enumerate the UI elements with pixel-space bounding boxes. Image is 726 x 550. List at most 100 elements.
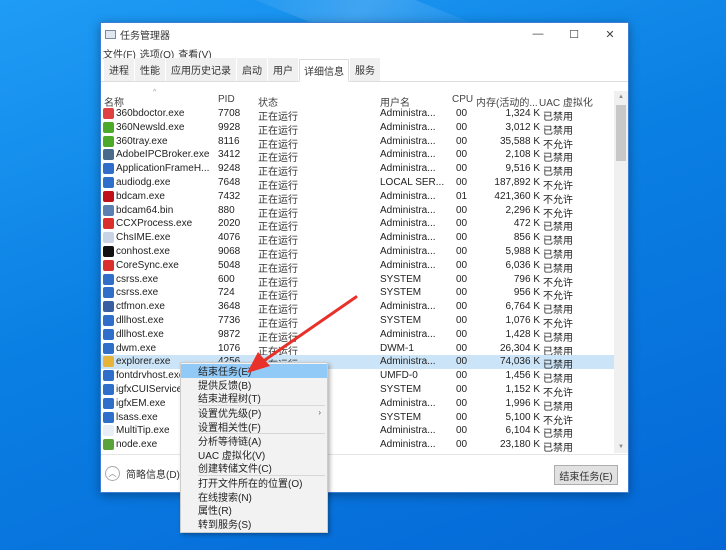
process-memory: 23,180 K [499,439,540,451]
scroll-down-arrow-icon[interactable]: ▼ [614,441,628,453]
igfx-cui-icon [103,383,114,395]
table-row[interactable]: conhost.exe 9068 正在运行 Administra... 00 5,988 … [101,245,614,261]
table-row[interactable]: 360Newsld.exe 9928 正在运行 Administra... 00 3,01… [101,121,614,137]
minimize-icon: — [532,28,544,40]
context-menu-item[interactable]: 创建转储文件(C) [181,461,327,475]
table-row[interactable]: csrss.exe 600 正在运行 SYSTEM 00 796 K 不允许 [101,273,614,289]
process-user: SYSTEM [380,383,422,395]
context-menu-item-label: 转到服务(S) [198,519,252,531]
end-task-button[interactable]: 结束任务(E) [554,465,618,485]
context-menu-item[interactable]: 结束进程树(T) [181,391,327,405]
process-cpu: 00 [456,370,468,382]
context-menu-item[interactable]: 提供反馈(B) [181,378,327,392]
process-memory: 1,456 K [505,370,540,382]
process-memory: 856 K [513,232,540,244]
process-memory: 1,428 K [505,328,540,340]
context-menu-item[interactable]: UAC 虚拟化(V) [181,448,327,462]
context-menu-item[interactable]: 设置相关性(F) [181,419,327,434]
process-user: SYSTEM [380,314,422,326]
process-pid: 3648 [218,301,241,313]
table-row[interactable]: 360tray.exe 8116 正在运行 Administra... 00 35,588… [101,135,614,151]
table-row[interactable]: CCXProcess.exe 2020 正在运行 Administra... 00 472… [101,217,614,233]
tab-performance[interactable]: 性能 [135,58,165,81]
process-pid: 880 [218,204,235,216]
context-menu-item[interactable]: 转到服务(S) [181,517,327,531]
process-user: Administra... [380,204,436,216]
process-cpu: 00 [456,356,468,368]
minimize-button[interactable]: — [520,23,556,45]
fontdrvhost-icon [103,370,114,382]
table-row[interactable]: ChsIME.exe 4076 正在运行 Administra... 00 856 K 已禁… [101,231,614,247]
process-cpu: 00 [456,411,468,423]
scroll-up-arrow-icon[interactable]: ▲ [614,91,628,103]
process-cpu: 00 [456,301,468,313]
process-cpu: 01 [456,190,468,202]
process-name: csrss.exe [116,287,159,299]
process-user: SYSTEM [380,411,422,423]
table-row[interactable]: igfxCUIService SYSTEM 00 1,152 K 不允许 [101,383,614,399]
table-row[interactable]: bdcam.exe 7432 正在运行 Administra... 01 421,360 … [101,190,614,206]
table-row[interactable]: 360bdoctor.exe 7708 正在运行 Administra... 00 1,3… [101,107,614,123]
table-row[interactable]: dllhost.exe 9872 正在运行 Administra... 00 1,428 … [101,328,614,344]
tab-services[interactable]: 服务 [350,58,380,81]
context-menu-item[interactable]: 打开文件所在的位置(O) [181,476,327,490]
table-row[interactable]: MultiTip.exe Administra... 00 6,104 K 已禁用 [101,424,614,440]
maximize-button[interactable]: ☐ [556,23,592,45]
process-pid: 7708 [218,108,241,119]
tab-processes[interactable]: 进程 [104,58,134,81]
context-menu-item[interactable]: 设置优先级(P) › [181,406,327,420]
tab-startup[interactable]: 启动 [237,58,267,81]
title-bar[interactable]: 任务管理器 — ☐ ✕ [101,23,628,45]
context-menu-item[interactable]: 属性(R) [181,503,327,517]
chsime-icon [103,232,114,244]
table-row[interactable]: node.exe Administra... 00 23,180 K 已禁用 [101,438,614,453]
table-row[interactable]: explorer.exe4256正在运行Administra...0074,03… [101,355,614,371]
process-user: SYSTEM [380,287,422,299]
process-memory: 5,100 K [505,411,540,423]
table-row[interactable]: dllhost.exe 7736 正在运行 SYSTEM 00 1,076 K 不允许 [101,314,614,330]
context-menu: 结束任务(E) 提供反馈(B) 结束进程树(T) 设置优先级(P) › 设置相关性(F) 分… [180,362,328,533]
process-name: dwm.exe [116,342,157,354]
csrss-icon [103,287,114,299]
table-row[interactable]: bdcam64.bin 880 正在运行 Administra... 00 2,296 K… [101,204,614,220]
table-row[interactable]: igfxEM.exe Administra... 00 1,996 K 已禁用 [101,397,614,413]
table-row[interactable]: AdobeIPCBroker.exe 3412 正在运行 Administra... 0… [101,148,614,164]
tab-details[interactable]: 详细信息 [299,59,349,82]
process-pid: 4076 [218,232,241,244]
close-button[interactable]: ✕ [592,23,628,45]
context-menu-item[interactable]: 在线搜索(N) [181,489,327,504]
360-tray-icon [103,135,114,147]
process-cpu: 00 [456,245,468,257]
scrollbar-thumb[interactable] [616,105,626,161]
process-name: explorer.exe [116,356,171,368]
table-row[interactable]: lsass.exe SYSTEM 00 5,100 K 不允许 [101,411,614,427]
table-row[interactable]: dwm.exe 1076 正在运行 DWM-1 00 26,304 K 已禁用 [101,342,614,358]
tab-app-history[interactable]: 应用历史记录 [166,58,236,81]
table-row[interactable]: audiodg.exe 7648 正在运行 LOCAL SER... 00 187,892… [101,176,614,192]
process-user: Administra... [380,439,436,451]
table-row[interactable]: ctfmon.exe 3648 正在运行 Administra... 00 6,764 K… [101,300,614,316]
table-row[interactable]: csrss.exe 724 正在运行 SYSTEM 00 956 K 不允许 [101,286,614,302]
multitip-icon [103,425,114,437]
vertical-scrollbar[interactable]: ▲ ▼ [614,91,628,453]
context-menu-item[interactable]: 分析等待链(A) [181,434,327,448]
sort-ascending-icon: ^ [153,89,157,96]
table-row[interactable]: CoreSync.exe 5048 正在运行 Administra... 00 6,036… [101,259,614,275]
process-cpu: 00 [456,273,468,285]
process-user: Administra... [380,163,436,175]
adobe-ipc-icon [103,149,114,161]
column-header-pid[interactable]: PID [218,94,235,105]
process-user: Administra... [380,301,436,313]
tab-users[interactable]: 用户 [268,58,298,81]
process-cpu: 00 [456,135,468,147]
maximize-icon: ☐ [569,28,579,41]
fewer-details-button[interactable]: ︿ 简略信息(D) [105,466,180,481]
dllhost-icon [103,314,114,326]
table-row[interactable]: fontdrvhost.exe UMFD-0 00 1,456 K 已禁用 [101,369,614,385]
context-menu-item[interactable]: 结束任务(E) [181,364,327,378]
process-cpu: 00 [456,314,468,326]
process-user: Administra... [380,218,436,230]
column-header-cpu[interactable]: CPU [452,94,473,105]
table-row[interactable]: ApplicationFrameH... 9248 正在运行 Administra..… [101,162,614,178]
process-memory: 796 K [513,273,540,285]
